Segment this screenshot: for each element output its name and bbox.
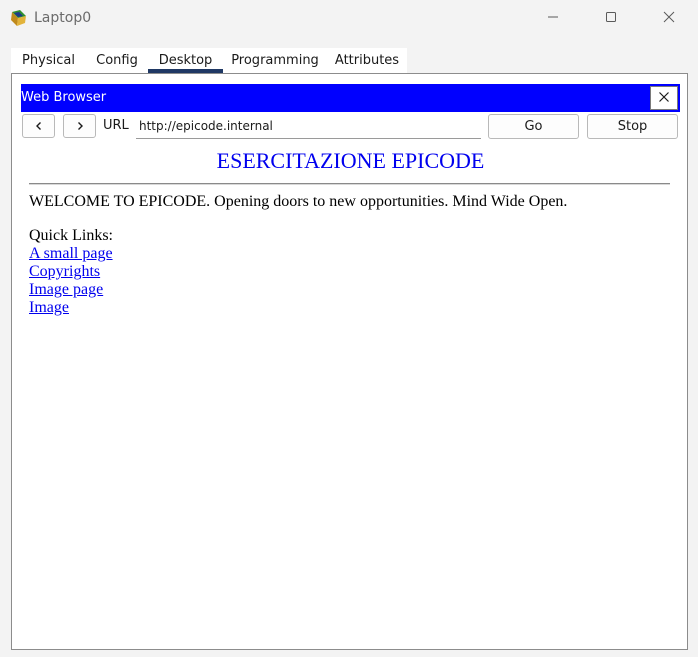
title-bar: Laptop0 [0, 0, 698, 37]
quick-links-label: Quick Links: [29, 227, 113, 244]
go-button[interactable]: Go [488, 114, 579, 139]
tab-programming[interactable]: Programming [223, 48, 327, 73]
browser-viewport: ESERCITAZIONE EPICODE WELCOME TO EPICODE… [21, 140, 680, 639]
welcome-text: WELCOME TO EPICODE. Opening doors to new… [29, 193, 568, 210]
close-icon [663, 11, 675, 26]
maximize-icon [605, 11, 617, 26]
url-label: URL [103, 118, 129, 133]
forward-button[interactable] [63, 114, 96, 138]
url-input[interactable] [136, 114, 481, 139]
link-a-small-page[interactable]: A small page [29, 245, 113, 263]
close-icon [658, 91, 670, 106]
maximize-button[interactable] [588, 0, 634, 37]
laptop-app-icon [10, 9, 28, 27]
window-title: Laptop0 [34, 10, 92, 26]
tab-attributes[interactable]: Attributes [327, 48, 407, 73]
page-heading: ESERCITAZIONE EPICODE [216, 148, 485, 173]
link-copyrights[interactable]: Copyrights [29, 263, 100, 281]
window-close-button[interactable] [646, 0, 692, 37]
tab-physical[interactable]: Physical [11, 48, 86, 73]
link-image-page[interactable]: Image page [29, 281, 103, 299]
link-image[interactable]: Image [29, 299, 69, 317]
chevron-right-icon [75, 119, 85, 134]
browser-close-button[interactable] [650, 86, 678, 110]
chevron-left-icon [34, 119, 44, 134]
stop-button[interactable]: Stop [587, 114, 678, 139]
back-button[interactable] [22, 114, 55, 138]
minimize-button[interactable] [530, 0, 576, 37]
browser-title: Web Browser [21, 90, 107, 105]
minimize-icon [547, 11, 559, 26]
horizontal-rule [29, 183, 670, 185]
tab-config[interactable]: Config [86, 48, 148, 73]
browser-title-bar: Web Browser [21, 84, 680, 112]
